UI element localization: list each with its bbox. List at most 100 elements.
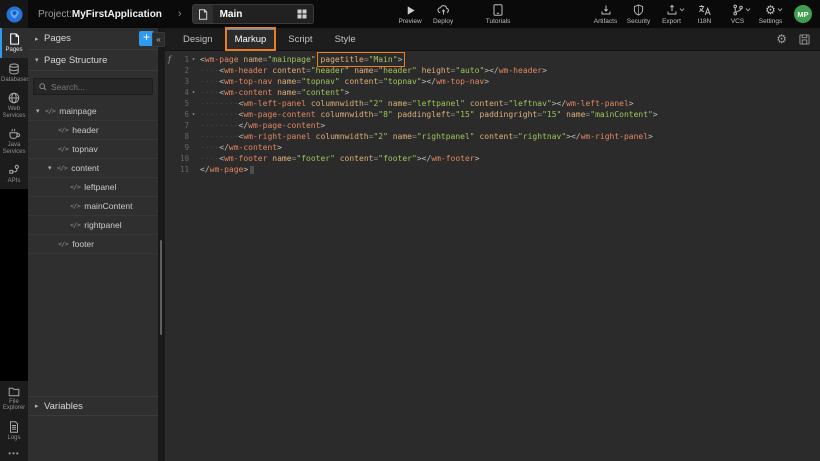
tree-item-topnav[interactable]: </>topnav	[28, 140, 158, 159]
caret-down-icon: ▾	[35, 56, 44, 64]
globe-icon	[8, 92, 20, 104]
code-line-11[interactable]: 11</wm-page>	[165, 164, 820, 175]
tab-style[interactable]: Style	[326, 28, 365, 50]
nav-spacer	[0, 189, 28, 381]
vcs-button[interactable]: VCS	[721, 4, 754, 25]
code-text: <wm-page name="mainpage" pagetitle="Main…	[200, 55, 402, 64]
sidebar-item-pages[interactable]: Pages	[0, 28, 28, 58]
sidebar-item-file-explorer[interactable]: File Explorer	[0, 381, 28, 416]
tab-design[interactable]: Design	[174, 28, 222, 50]
variables-title: Variables	[44, 401, 83, 412]
save-icon[interactable]	[799, 34, 810, 45]
code-line-10[interactable]: 10····<wm-footer name="footer" content="…	[165, 153, 820, 164]
page-structure-tree: ▾</>mainpage</>header</>topnav▾</>conten…	[28, 102, 158, 254]
caret-down-icon[interactable]: ▾	[48, 164, 57, 172]
i18n-button[interactable]: I18N	[688, 4, 721, 25]
i18n-label: I18N	[698, 18, 712, 25]
variables-header[interactable]: ▸ Variables	[28, 396, 158, 416]
code-line-5[interactable]: 5········<wm-left-panel columnwidth="2" …	[165, 98, 820, 109]
toolbar-right-actions: Artifacts Security Export I18N	[589, 4, 820, 25]
sidebar-item-logs[interactable]: Logs	[0, 416, 28, 446]
page-selector-label: Main	[220, 9, 297, 20]
web-services-label: Web Services	[1, 106, 27, 119]
tree-item-leftpanel[interactable]: </>leftpanel	[28, 178, 158, 197]
tutorials-label: Tutorials	[486, 18, 511, 25]
code-line-2[interactable]: 2····<wm-header content="header" name="h…	[165, 65, 820, 76]
tab-markup[interactable]: Markup	[226, 28, 276, 50]
code-line-3[interactable]: 3····<wm-top-nav name="topnav" content="…	[165, 76, 820, 87]
nav-top-group: Pages Databases Web Services Java Servic…	[0, 28, 28, 189]
line-number: 9	[174, 143, 189, 152]
code-text: ····<wm-footer name="footer" content="fo…	[200, 154, 479, 163]
search-icon	[39, 83, 47, 91]
export-button[interactable]: Export	[655, 4, 688, 25]
code-text: </wm-page>	[200, 165, 254, 174]
user-avatar[interactable]: MP	[794, 5, 812, 23]
fold-caret-icon[interactable]: ▾	[189, 89, 198, 96]
widget-code-icon: </>	[70, 202, 80, 210]
cloud-upload-icon	[437, 4, 450, 17]
line-number: 3	[174, 77, 189, 86]
search-input[interactable]: Search...	[33, 78, 153, 95]
tree-item-footer[interactable]: </>footer	[28, 235, 158, 254]
code-text: ····</wm-content>	[200, 143, 282, 152]
artifacts-button[interactable]: Artifacts	[589, 4, 622, 25]
sidebar-item-apis[interactable]: APIs	[0, 159, 28, 189]
page-selector[interactable]: Main	[192, 4, 314, 24]
breadcrumb-chevron-icon: ›	[178, 8, 182, 20]
code-line-1[interactable]: f1▾<wm-page name="mainpage" pagetitle="M…	[165, 54, 820, 65]
tab-script[interactable]: Script	[279, 28, 321, 50]
line-number: 4	[174, 88, 189, 97]
page-structure-header[interactable]: ▾ Page Structure	[28, 50, 158, 71]
caret-down-icon[interactable]: ▾	[36, 107, 45, 115]
preview-label: Preview	[399, 18, 422, 25]
upload-icon	[666, 4, 678, 17]
log-file-icon	[9, 421, 19, 433]
tutorials-icon	[493, 4, 503, 17]
preview-button[interactable]: Preview	[394, 4, 427, 25]
code-line-7[interactable]: 7········</wm-page-content>	[165, 120, 820, 131]
gutter-format-icon: f	[165, 55, 174, 64]
line-number: 5	[174, 99, 189, 108]
settings-button[interactable]: ⚙ Settings	[754, 4, 787, 25]
export-label: Export	[662, 18, 681, 25]
sidebar-item-java-services[interactable]: Java Services	[0, 123, 28, 159]
markup-code-editor[interactable]: f1▾<wm-page name="mainpage" pagetitle="M…	[165, 51, 820, 175]
panel-divider[interactable]: «	[158, 28, 165, 461]
deploy-label: Deploy	[433, 18, 453, 25]
security-button[interactable]: Security	[622, 4, 655, 25]
translate-icon	[698, 4, 711, 17]
pages-panel-header[interactable]: ▸ Pages +	[28, 28, 158, 50]
code-text: ········</wm-page-content>	[200, 121, 325, 130]
collapse-panel-button[interactable]: «	[152, 32, 165, 47]
tree-item-header[interactable]: </>header	[28, 121, 158, 140]
fold-caret-icon[interactable]: ▾	[189, 56, 198, 63]
pages-label: Pages	[1, 47, 27, 54]
sidebar-item-databases[interactable]: Databases	[0, 58, 28, 88]
code-line-9[interactable]: 9 ····</wm-content>	[165, 142, 820, 153]
sidebar-item-web-services[interactable]: Web Services	[0, 87, 28, 123]
tree-item-mainContent[interactable]: </>mainContent	[28, 197, 158, 216]
tree-item-rightpanel[interactable]: </>rightpanel	[28, 216, 158, 235]
code-line-8[interactable]: 8········<wm-right-panel columnwidth="2"…	[165, 131, 820, 142]
more-options-icon[interactable]: •••	[0, 445, 28, 461]
gear-icon[interactable]: ⚙	[776, 33, 787, 45]
tree-item-content[interactable]: ▾</>content	[28, 159, 158, 178]
tree-item-mainpage[interactable]: ▾</>mainpage	[28, 102, 158, 121]
wavemaker-logo[interactable]	[0, 0, 28, 28]
tutorials-button[interactable]: Tutorials	[482, 4, 515, 25]
code-line-6[interactable]: 6▾········<wm-page-content columnwidth="…	[165, 109, 820, 120]
code-line-4[interactable]: 4▾····<wm-content name="content">	[165, 87, 820, 98]
deploy-button[interactable]: Deploy	[427, 4, 460, 25]
code-text: ····<wm-content name="content">	[200, 88, 349, 97]
play-icon	[405, 4, 416, 17]
text-cursor	[250, 166, 254, 174]
fold-caret-icon[interactable]: ▾	[189, 111, 198, 118]
branch-icon	[732, 4, 744, 17]
divider-scrollbar[interactable]	[160, 240, 162, 335]
security-label: Security	[627, 18, 650, 25]
tree-item-label: leftpanel	[84, 182, 116, 192]
widget-code-icon: </>	[57, 164, 67, 172]
grid-icon[interactable]	[297, 9, 307, 19]
tree-item-label: header	[72, 125, 98, 135]
